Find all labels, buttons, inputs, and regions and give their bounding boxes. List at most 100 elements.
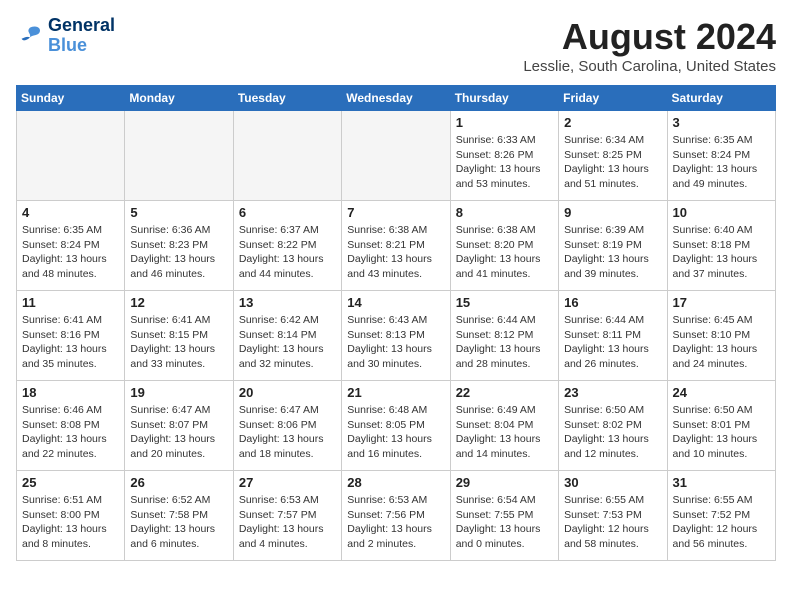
day-info: Sunrise: 6:49 AM Sunset: 8:04 PM Dayligh…	[456, 403, 553, 462]
day-number: 14	[347, 295, 444, 310]
weekday-header-friday: Friday	[559, 86, 667, 111]
day-info: Sunrise: 6:48 AM Sunset: 8:05 PM Dayligh…	[347, 403, 444, 462]
weekday-header-tuesday: Tuesday	[233, 86, 341, 111]
day-number: 18	[22, 385, 119, 400]
calendar-cell: 9 Sunrise: 6:39 AM Sunset: 8:19 PM Daylig…	[559, 201, 667, 291]
calendar-cell: 28 Sunrise: 6:53 AM Sunset: 7:56 PM Dayli…	[342, 471, 450, 561]
calendar-cell	[125, 111, 233, 201]
day-info: Sunrise: 6:45 AM Sunset: 8:10 PM Dayligh…	[673, 313, 770, 372]
calendar-cell: 31 Sunrise: 6:55 AM Sunset: 7:52 PM Dayli…	[667, 471, 775, 561]
day-info: Sunrise: 6:52 AM Sunset: 7:58 PM Dayligh…	[130, 493, 227, 552]
day-info: Sunrise: 6:34 AM Sunset: 8:25 PM Dayligh…	[564, 133, 661, 192]
day-number: 16	[564, 295, 661, 310]
calendar-cell: 15 Sunrise: 6:44 AM Sunset: 8:12 PM Dayli…	[450, 291, 558, 381]
calendar-week-5: 25 Sunrise: 6:51 AM Sunset: 8:00 PM Dayli…	[17, 471, 776, 561]
page-header: General Blue August 2024 Lesslie, South …	[16, 16, 776, 75]
calendar-cell	[17, 111, 125, 201]
calendar-cell: 24Sunrise: 6:50 AM Sunset: 8:01 PM Dayli…	[667, 381, 775, 471]
calendar-cell: 8 Sunrise: 6:38 AM Sunset: 8:20 PM Daylig…	[450, 201, 558, 291]
calendar-week-2: 4Sunrise: 6:35 AM Sunset: 8:24 PM Daylig…	[17, 201, 776, 291]
day-info: Sunrise: 6:43 AM Sunset: 8:13 PM Dayligh…	[347, 313, 444, 372]
calendar-week-1: 1 Sunrise: 6:33 AM Sunset: 8:26 PM Daylig…	[17, 111, 776, 201]
day-info: Sunrise: 6:50 AM Sunset: 8:01 PM Dayligh…	[673, 403, 770, 462]
calendar-week-3: 11Sunrise: 6:41 AM Sunset: 8:16 PM Dayli…	[17, 291, 776, 381]
day-info: Sunrise: 6:42 AM Sunset: 8:14 PM Dayligh…	[239, 313, 336, 372]
day-number: 30	[564, 475, 661, 490]
day-number: 21	[347, 385, 444, 400]
day-number: 13	[239, 295, 336, 310]
day-number: 29	[456, 475, 553, 490]
calendar-cell: 22 Sunrise: 6:49 AM Sunset: 8:04 PM Dayli…	[450, 381, 558, 471]
calendar-table: SundayMondayTuesdayWednesdayThursdayFrid…	[16, 85, 776, 561]
day-info: Sunrise: 6:41 AM Sunset: 8:16 PM Dayligh…	[22, 313, 119, 372]
day-info: Sunrise: 6:55 AM Sunset: 7:52 PM Dayligh…	[673, 493, 770, 552]
day-info: Sunrise: 6:40 AM Sunset: 8:18 PM Dayligh…	[673, 223, 770, 282]
day-info: Sunrise: 6:47 AM Sunset: 8:06 PM Dayligh…	[239, 403, 336, 462]
calendar-cell: 27 Sunrise: 6:53 AM Sunset: 7:57 PM Dayli…	[233, 471, 341, 561]
calendar-cell: 14 Sunrise: 6:43 AM Sunset: 8:13 PM Dayli…	[342, 291, 450, 381]
title-block: August 2024 Lesslie, South Carolina, Uni…	[523, 16, 776, 75]
weekday-header-sunday: Sunday	[17, 86, 125, 111]
day-info: Sunrise: 6:37 AM Sunset: 8:22 PM Dayligh…	[239, 223, 336, 282]
calendar-cell: 3 Sunrise: 6:35 AM Sunset: 8:24 PM Daylig…	[667, 111, 775, 201]
day-number: 1	[456, 115, 553, 130]
day-number: 27	[239, 475, 336, 490]
day-info: Sunrise: 6:39 AM Sunset: 8:19 PM Dayligh…	[564, 223, 661, 282]
day-number: 25	[22, 475, 119, 490]
day-info: Sunrise: 6:53 AM Sunset: 7:57 PM Dayligh…	[239, 493, 336, 552]
day-number: 9	[564, 205, 661, 220]
day-number: 31	[673, 475, 770, 490]
day-info: Sunrise: 6:44 AM Sunset: 8:11 PM Dayligh…	[564, 313, 661, 372]
day-number: 23	[564, 385, 661, 400]
month-title: August 2024	[523, 16, 776, 58]
day-info: Sunrise: 6:36 AM Sunset: 8:23 PM Dayligh…	[130, 223, 227, 282]
day-number: 22	[456, 385, 553, 400]
calendar-week-4: 18 Sunrise: 6:46 AM Sunset: 8:08 PM Dayli…	[17, 381, 776, 471]
logo-text: General Blue	[48, 16, 115, 56]
day-info: Sunrise: 6:38 AM Sunset: 8:21 PM Dayligh…	[347, 223, 444, 282]
day-info: Sunrise: 6:53 AM Sunset: 7:56 PM Dayligh…	[347, 493, 444, 552]
day-info: Sunrise: 6:41 AM Sunset: 8:15 PM Dayligh…	[130, 313, 227, 372]
day-number: 28	[347, 475, 444, 490]
day-number: 5	[130, 205, 227, 220]
calendar-cell: 6 Sunrise: 6:37 AM Sunset: 8:22 PM Daylig…	[233, 201, 341, 291]
day-info: Sunrise: 6:35 AM Sunset: 8:24 PM Dayligh…	[673, 133, 770, 192]
weekday-header-wednesday: Wednesday	[342, 86, 450, 111]
day-number: 3	[673, 115, 770, 130]
calendar-cell: 25 Sunrise: 6:51 AM Sunset: 8:00 PM Dayli…	[17, 471, 125, 561]
calendar-cell	[233, 111, 341, 201]
day-number: 15	[456, 295, 553, 310]
day-number: 2	[564, 115, 661, 130]
day-number: 4	[22, 205, 119, 220]
calendar-cell: 19 Sunrise: 6:47 AM Sunset: 8:07 PM Dayli…	[125, 381, 233, 471]
calendar-cell: 12 Sunrise: 6:41 AM Sunset: 8:15 PM Dayli…	[125, 291, 233, 381]
calendar-header: SundayMondayTuesdayWednesdayThursdayFrid…	[17, 86, 776, 111]
calendar-cell: 26Sunrise: 6:52 AM Sunset: 7:58 PM Dayli…	[125, 471, 233, 561]
calendar-cell: 2 Sunrise: 6:34 AM Sunset: 8:25 PM Daylig…	[559, 111, 667, 201]
weekday-header-saturday: Saturday	[667, 86, 775, 111]
calendar-cell: 10 Sunrise: 6:40 AM Sunset: 8:18 PM Dayli…	[667, 201, 775, 291]
calendar-cell: 23 Sunrise: 6:50 AM Sunset: 8:02 PM Dayli…	[559, 381, 667, 471]
day-info: Sunrise: 6:47 AM Sunset: 8:07 PM Dayligh…	[130, 403, 227, 462]
day-info: Sunrise: 6:46 AM Sunset: 8:08 PM Dayligh…	[22, 403, 119, 462]
day-number: 12	[130, 295, 227, 310]
location: Lesslie, South Carolina, United States	[523, 58, 776, 75]
calendar-cell: 11Sunrise: 6:41 AM Sunset: 8:16 PM Dayli…	[17, 291, 125, 381]
day-info: Sunrise: 6:51 AM Sunset: 8:00 PM Dayligh…	[22, 493, 119, 552]
day-info: Sunrise: 6:38 AM Sunset: 8:20 PM Dayligh…	[456, 223, 553, 282]
calendar-cell: 1 Sunrise: 6:33 AM Sunset: 8:26 PM Daylig…	[450, 111, 558, 201]
calendar-cell: 29Sunrise: 6:54 AM Sunset: 7:55 PM Dayli…	[450, 471, 558, 561]
day-info: Sunrise: 6:44 AM Sunset: 8:12 PM Dayligh…	[456, 313, 553, 372]
day-info: Sunrise: 6:33 AM Sunset: 8:26 PM Dayligh…	[456, 133, 553, 192]
day-number: 17	[673, 295, 770, 310]
calendar-cell: 16 Sunrise: 6:44 AM Sunset: 8:11 PM Dayli…	[559, 291, 667, 381]
day-number: 19	[130, 385, 227, 400]
day-info: Sunrise: 6:55 AM Sunset: 7:53 PM Dayligh…	[564, 493, 661, 552]
day-number: 6	[239, 205, 336, 220]
day-number: 10	[673, 205, 770, 220]
calendar-cell: 4Sunrise: 6:35 AM Sunset: 8:24 PM Daylig…	[17, 201, 125, 291]
day-info: Sunrise: 6:50 AM Sunset: 8:02 PM Dayligh…	[564, 403, 661, 462]
day-number: 8	[456, 205, 553, 220]
logo-icon	[16, 22, 44, 50]
calendar-cell: 13 Sunrise: 6:42 AM Sunset: 8:14 PM Dayli…	[233, 291, 341, 381]
